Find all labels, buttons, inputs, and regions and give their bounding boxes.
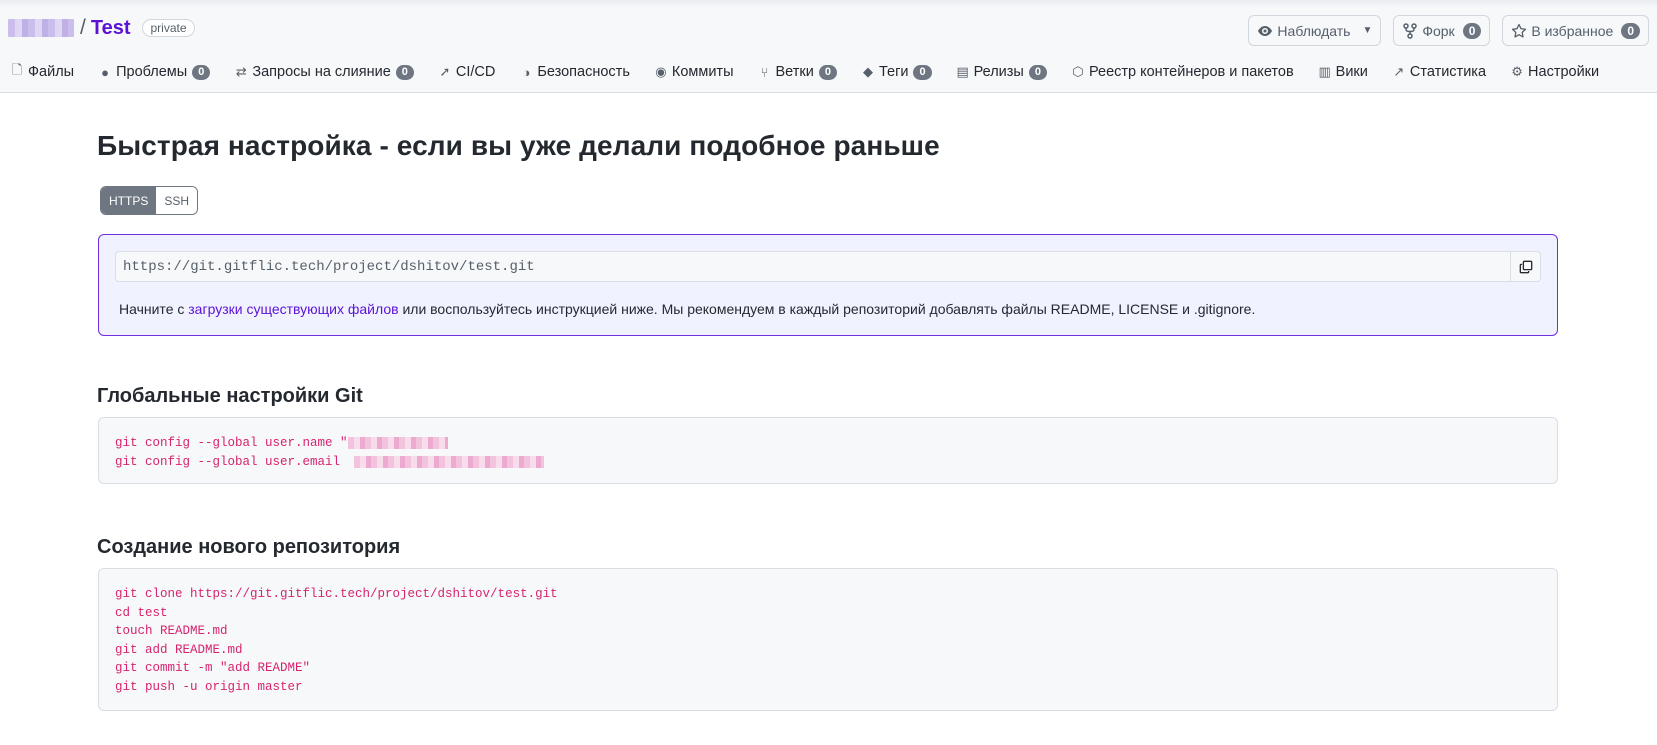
tab-statistics[interactable]: ↗ Статистика [1392,64,1486,80]
tab-tags[interactable]: ◆ Теги 0 [861,64,932,80]
code-line: touch README.md [115,624,228,638]
rocket-icon: ➚ [439,64,451,79]
star-count: 0 [1621,22,1640,39]
tab-merge-requests[interactable]: ⇄ Запросы на слияние 0 [234,64,414,80]
code-line: cd test [115,605,168,620]
watch-label: Наблюдать [1277,22,1351,39]
star-button[interactable]: В избранное 0 [1502,15,1649,46]
code-line: git commit -m "add README" [115,661,311,675]
tab-releases[interactable]: ▤ Релизы 0 [956,64,1047,80]
git-global-title: Глобальные настройки Git [97,385,363,407]
tag-icon: ◆ [862,64,873,79]
fork-button[interactable]: Форк 0 [1393,15,1491,46]
commit-icon: ◉ [655,64,667,79]
main-content: Быстрая настройка - если вы уже делали п… [97,130,1558,711]
tab-label: Вики [1335,64,1368,80]
ssh-button[interactable]: SSH [156,187,198,214]
repo-actions: Наблюдать ▼ Форк 0 В избранное 0 [1248,15,1649,46]
issue-icon: ● [101,64,109,80]
tab-count: 0 [192,64,211,80]
tab-wiki[interactable]: ▥ Вики [1318,64,1368,80]
fork-label: Форк [1422,22,1455,39]
code-text: git config --global user.email [115,454,348,469]
tab-branches[interactable]: ⑂ Ветки 0 [758,64,837,80]
repo-name-link[interactable]: Test [91,17,131,40]
branch-icon: ⑂ [760,64,769,80]
tab-security[interactable]: ◑ Безопасность [519,64,630,80]
clone-url-panel: https://git.gitflic.tech/project/dshitov… [98,234,1558,336]
clone-url-group: https://git.gitflic.tech/project/dshitov… [115,251,1541,282]
fork-count: 0 [1462,22,1482,39]
tab-files[interactable]: 🗋 Файлы [10,61,74,83]
gear-icon: ⚙ [1511,64,1523,79]
tab-label: Релизы [973,64,1024,80]
chevron-down-icon[interactable]: ▼ [1362,25,1372,36]
hint-text-after: или воспользуйтесь инструкцией ниже. Мы … [398,301,1256,317]
protocol-toggle: HTTPS SSH [100,186,199,215]
tab-count: 0 [1028,64,1047,80]
tab-label: Теги [878,64,909,80]
fork-icon [1402,22,1418,39]
code-line: git push -u origin master [115,679,303,694]
clone-url-input[interactable]: https://git.gitflic.tech/project/dshitov… [115,251,1510,282]
redacted-email [353,455,544,468]
hint-text-before: Начните с [119,301,189,317]
eye-icon [1257,23,1273,39]
code-text: git config --global user.name " [115,436,348,450]
tab-label: Проблемы [116,64,188,80]
tab-count: 0 [395,64,414,80]
chart-icon: ↗ [1393,64,1405,79]
tab-issues[interactable]: ● Проблемы 0 [98,64,211,80]
new-repo-code: git clone https://git.gitflic.tech/proje… [98,568,1558,711]
book-icon: ▥ [1318,64,1331,79]
owner-name-redacted[interactable] [8,19,74,37]
setup-hint: Начните с загрузки существующих файлов и… [119,301,1255,317]
code-line: git clone https://git.gitflic.tech/proje… [115,587,558,601]
tab-count: 0 [818,64,837,80]
visibility-badge: private [142,19,195,37]
new-repo-title: Создание нового репозитория [97,536,401,558]
star-label: В избранное [1531,22,1614,39]
tab-label: Статистика [1409,64,1487,80]
path-separator: / [80,16,86,39]
tab-commits[interactable]: ◉ Коммиты [654,64,734,80]
repo-header: / Test private Наблюдать ▼ Форк 0 В избр… [0,0,1657,93]
tab-label: Запросы на слияние [252,64,391,80]
upload-files-link[interactable]: загрузки существующих файлов [188,301,398,317]
https-button[interactable]: HTTPS [101,187,157,214]
tab-settings[interactable]: ⚙ Настройки [1510,64,1599,80]
code-line: git add README.md [115,642,243,657]
watch-button[interactable]: Наблюдать ▼ [1248,15,1382,46]
code-line: git config --global user.email [115,453,1541,472]
tab-label: Ветки [775,64,814,80]
tab-label: Настройки [1528,64,1600,80]
file-icon: 🗋 [11,62,23,77]
copy-icon [1519,260,1532,273]
star-icon [1511,23,1527,39]
repo-nav-tabs: 🗋 Файлы ● Проблемы 0 ⇄ Запросы на слияние 0 ➚… [10,56,1599,88]
tab-label: Файлы [28,64,75,80]
git-global-code: git config --global user.name " git conf… [98,417,1558,484]
redacted-username [347,437,448,450]
package-icon: ⬡ [1072,64,1084,79]
tab-cicd[interactable]: ➚ CI/CD [438,64,495,80]
tab-label: Реестр контейнеров и пакетов [1088,64,1294,80]
tab-count: 0 [913,64,932,80]
tab-label: CI/CD [455,64,496,80]
archive-icon: ▤ [956,64,969,79]
tab-label: Коммиты [671,64,734,80]
tab-registry[interactable]: ⬡ Реестр контейнеров и пакетов [1071,64,1294,80]
merge-request-icon: ⇄ [235,64,247,79]
copy-button[interactable] [1510,251,1541,282]
quick-setup-title: Быстрая настройка - если вы уже делали п… [97,130,940,161]
tab-label: Безопасность [537,64,630,80]
breadcrumb: / Test private [8,16,195,40]
code-line: git config --global user.name " [115,434,1541,453]
shield-icon: ◑ [522,64,531,80]
